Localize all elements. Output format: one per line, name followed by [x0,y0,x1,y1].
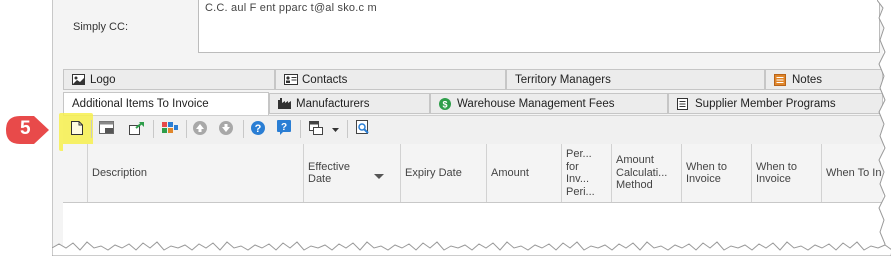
column-header-label: Amount Calculati... Method [616,154,668,192]
layout-dropdown-button[interactable] [329,120,341,138]
tab-additional-items-to-invoice[interactable]: Additional Items To Invoice [63,92,269,116]
column-header-period-for-invoice[interactable]: Per... for Inv... Peri... [561,144,611,202]
toolbar-separator [300,120,301,138]
export-icon [129,121,145,138]
image-icon [72,74,85,85]
simply-cc-value: C.C. aul F ent pparc t@al sko.c m [205,2,377,14]
tab-territory-managers-label: Territory Managers [515,73,611,86]
whats-this-button[interactable]: ? [275,120,293,138]
column-header-amount-calculation-method[interactable]: Amount Calculati... Method [611,144,681,202]
toolbar-separator [153,120,154,138]
column-header-label: Effective Date [308,160,350,186]
document-icon [677,98,690,110]
move-down-icon [219,120,233,138]
toolbar-separator [91,120,92,138]
column-header-label: Expiry Date [405,166,462,179]
group-icon [162,121,178,138]
column-header-label: When to Invoice [686,160,727,186]
tab-contacts[interactable]: Contacts [275,69,506,90]
contact-card-icon [284,74,298,85]
layout-button[interactable] [307,120,325,138]
help-icon: ? [251,120,265,138]
print-preview-icon [356,120,370,138]
new-document-icon [71,120,83,138]
question-icon: ? [277,120,291,138]
column-header-label: Description [92,166,148,179]
toolbar-separator [243,120,244,138]
svg-text:?: ? [255,123,262,135]
group-button[interactable] [161,120,179,138]
svg-text:$: $ [442,100,447,110]
column-header-label: When to Invoice [756,160,797,186]
help-button[interactable]: ? [249,120,267,138]
tab-warehouse-fees-label: Warehouse Management Fees [457,97,615,110]
column-header-label: Amount [491,166,529,179]
tab-notes-label: Notes [792,73,823,86]
column-header-label: Per... for Inv... Peri... [566,148,595,198]
simply-cc-label: Simply CC: [73,21,129,33]
simply-cc-field[interactable]: C.C. aul F ent pparc t@al sko.c m [198,0,880,53]
dropdown-arrow-icon [331,123,339,135]
svg-text:?: ? [281,122,287,133]
layout-icon [309,120,323,138]
torn-edge-bottom [52,241,891,256]
notes-icon [774,74,787,86]
column-header-when-to-invoice-3[interactable]: When To In [821,144,883,202]
column-header-when-to-invoice-2[interactable]: When to Invoice [751,144,821,202]
move-up-button[interactable] [191,120,209,138]
grid-header: Description Effective Date Expiry Date A… [63,144,883,203]
column-header-expiry-date[interactable]: Expiry Date [400,144,486,202]
column-header-description[interactable]: Description [87,144,303,202]
new-button[interactable] [68,120,86,138]
move-up-icon [193,120,207,138]
column-header-when-to-invoice[interactable]: When to Invoice [681,144,751,202]
torn-edge-right [877,0,891,256]
factory-icon [278,98,291,109]
column-header-effective-date[interactable]: Effective Date [303,144,400,202]
tab-logo-label: Logo [90,73,116,86]
dollar-icon: $ [439,98,452,110]
tab-logo[interactable]: Logo [63,69,275,90]
tab-warehouse-management-fees[interactable]: $ Warehouse Management Fees [430,93,668,114]
form-view-button[interactable] [97,120,115,138]
toolbar-separator [186,120,187,138]
toolbar-separator [347,120,348,138]
tab-additional-items-label: Additional Items To Invoice [72,98,209,110]
export-button[interactable] [128,120,146,138]
tab-territory-managers[interactable]: Territory Managers [506,69,765,90]
column-header-label: When To In [826,166,882,179]
tab-notes[interactable]: Notes [765,69,883,90]
print-preview-button[interactable] [354,120,372,138]
column-header-amount[interactable]: Amount [486,144,561,202]
row-indicator-header [63,144,87,202]
sort-descending-icon [374,170,384,183]
form-view-icon [98,121,114,137]
tab-supplier-programs-label: Supplier Member Programs [695,97,836,110]
step-marker-number: 5 [20,118,31,139]
move-down-button[interactable] [217,120,235,138]
tab-supplier-member-programs[interactable]: Supplier Member Programs [668,93,883,114]
tab-contacts-label: Contacts [302,73,348,86]
tab-manufacturers[interactable]: Manufacturers [269,93,430,114]
tab-manufacturers-label: Manufacturers [296,97,370,110]
